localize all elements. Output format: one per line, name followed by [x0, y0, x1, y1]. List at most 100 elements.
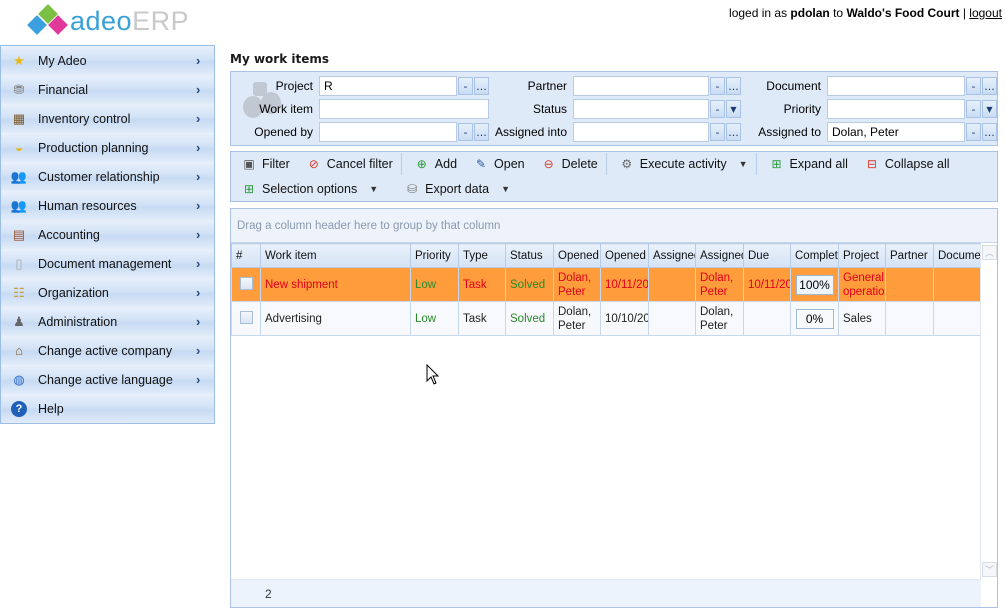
logout-link[interactable]: logout: [969, 6, 1002, 20]
column-header[interactable]: Partner: [885, 243, 934, 268]
column-header[interactable]: Complete: [790, 243, 839, 268]
filter-project-input[interactable]: R: [319, 76, 457, 96]
vertical-scrollbar[interactable]: ︿ ﹀: [980, 243, 997, 579]
sidebar-item-inventory-control[interactable]: ▦ Inventory control ›: [1, 104, 214, 133]
scroll-down-button[interactable]: ﹀: [982, 562, 997, 577]
cell-partner: [885, 301, 934, 336]
document-icon: ▯: [15, 255, 23, 271]
filter-project-clear-button[interactable]: -: [458, 77, 473, 95]
filter-assigned-to-clear-button[interactable]: -: [966, 123, 981, 141]
filter-priority-clear-button[interactable]: -: [966, 100, 981, 118]
filter-status-dropdown-button[interactable]: ▼: [726, 100, 741, 118]
filter-assigned-into-clear-button[interactable]: -: [710, 123, 725, 141]
filter-partner-input[interactable]: [573, 76, 709, 96]
selection-options-button[interactable]: ⊞ Selection options ▼: [231, 178, 384, 200]
filter-status-clear-button[interactable]: -: [710, 100, 725, 118]
sidebar-item-administration[interactable]: ♟ Administration ›: [1, 307, 214, 336]
filter-opened-by-clear-button[interactable]: -: [458, 123, 473, 141]
row-checkbox[interactable]: [239, 310, 253, 324]
column-header[interactable]: Document: [933, 243, 982, 268]
table-row[interactable]: Advertising Low Task Solved Dolan, Peter 10/1…: [231, 301, 982, 336]
expand-all-button[interactable]: ⊞ Expand all: [759, 153, 854, 175]
help-icon: ?: [11, 400, 27, 417]
open-button[interactable]: ✎ Open: [463, 153, 531, 175]
login-mid: to: [829, 6, 847, 20]
table-row[interactable]: New shipment Low Task Solved Dolan, Peter 10/…: [231, 267, 982, 302]
export-data-button[interactable]: ⛁ Export data ▼: [394, 178, 516, 200]
hardhat-icon: ◒: [15, 140, 23, 155]
filter-status-select[interactable]: [573, 99, 709, 119]
filter-document-browse-button[interactable]: ...: [982, 77, 997, 95]
filter-opened-by-input[interactable]: [319, 122, 457, 142]
column-header[interactable]: #: [231, 243, 261, 268]
sidebar-item-document-management[interactable]: ▯ Document management ›: [1, 249, 214, 278]
filter-assigned-into-browse-button[interactable]: ...: [726, 123, 741, 141]
row-select-cell: [231, 267, 261, 302]
filter-priority-select[interactable]: [827, 99, 965, 119]
sidebar-item-help[interactable]: ? Help: [1, 394, 214, 423]
sidebar-item-production-planning[interactable]: ◒ Production planning ›: [1, 133, 214, 162]
column-header[interactable]: Status: [505, 243, 554, 268]
scroll-up-button[interactable]: ︿: [982, 245, 997, 260]
sidebar-item-change-active-language[interactable]: ◍ Change active language ›: [1, 365, 214, 394]
cell-priority: Low: [410, 301, 459, 336]
column-header[interactable]: Opened: [553, 243, 601, 268]
filter-document-clear-button[interactable]: -: [966, 77, 981, 95]
sidebar-item-label: Change active language: [38, 372, 173, 387]
column-header[interactable]: Assigned: [648, 243, 696, 268]
admin-user-icon: ♟: [13, 313, 25, 329]
cell-project: Sales: [838, 301, 886, 336]
column-header[interactable]: Priority: [410, 243, 459, 268]
grid-footer: 2: [231, 579, 981, 607]
company-name: Waldo's Food Court: [846, 6, 960, 20]
column-header[interactable]: Type: [458, 243, 506, 268]
cell-document: [933, 301, 982, 336]
cancel-filter-button[interactable]: ⊘ Cancel filter: [296, 153, 399, 175]
sidebar-item-label: Financial: [38, 82, 89, 97]
cell-document: [933, 267, 982, 302]
group-by-panel[interactable]: Drag a column header here to group by th…: [231, 209, 997, 243]
mouse-cursor-icon: [426, 364, 440, 385]
column-header[interactable]: Project: [838, 243, 886, 268]
cell-priority: Low: [410, 267, 459, 302]
filter-assigned-into-input[interactable]: [573, 122, 709, 142]
filter-opened-by-label: Opened by: [254, 125, 313, 139]
cell-opened: Dolan, Peter: [553, 301, 601, 336]
row-checkbox[interactable]: [239, 276, 253, 290]
sidebar-item-organization[interactable]: ☷ Organization ›: [1, 278, 214, 307]
cell-work-item: Advertising: [260, 301, 411, 336]
filter-partner-browse-button[interactable]: ...: [726, 77, 741, 95]
filter-work-item-label: Work item: [259, 102, 313, 116]
filter-partner-clear-button[interactable]: -: [710, 77, 725, 95]
sidebar-item-financial[interactable]: ⛃ Financial ›: [1, 75, 214, 104]
chevron-down-icon: ▼: [986, 104, 993, 114]
sidebar-item-accounting[interactable]: ▤ Accounting ›: [1, 220, 214, 249]
chevron-right-icon: ›: [196, 111, 201, 126]
sidebar-item-label: Administration: [38, 314, 118, 329]
filter-assigned-into-row: Assigned into - ...: [487, 122, 741, 142]
sidebar-item-customer-relationship[interactable]: 👥 Customer relationship ›: [1, 162, 214, 191]
sidebar-item-human-resources[interactable]: 👥 Human resources ›: [1, 191, 214, 220]
add-button[interactable]: ⊕ Add: [404, 153, 463, 175]
delete-document-icon: ⊖: [543, 157, 554, 171]
work-items-table: # Work item Priority Type Status Opened Opened…: [231, 243, 982, 336]
column-header[interactable]: Due: [743, 243, 791, 268]
logo-text-erp: ERP: [132, 5, 190, 36]
execute-activity-button[interactable]: ⚙ Execute activity ▼: [609, 153, 754, 175]
collapse-all-button[interactable]: ⊟ Collapse all: [854, 153, 956, 175]
abacus-icon: ▤: [12, 226, 26, 242]
filter-assigned-to-input[interactable]: Dolan, Peter: [827, 122, 965, 142]
filter-assigned-to-browse-button[interactable]: ...: [982, 123, 997, 141]
filter-document-input[interactable]: [827, 76, 965, 96]
column-header[interactable]: Work item: [260, 243, 411, 268]
filter-button[interactable]: ▣ Filter: [231, 153, 296, 175]
sidebar-item-my-adeo[interactable]: ★ My Adeo ›: [1, 46, 214, 75]
filter-priority-dropdown-button[interactable]: ▼: [982, 100, 997, 118]
column-header[interactable]: Opened o: [600, 243, 649, 268]
filter-project-row: Project R - ...: [231, 76, 489, 96]
delete-button[interactable]: ⊖ Delete: [531, 153, 604, 175]
row-select-cell: [231, 301, 261, 336]
filter-work-item-input[interactable]: [319, 99, 489, 119]
column-header[interactable]: Assigned: [695, 243, 744, 268]
sidebar-item-change-active-company[interactable]: ⌂ Change active company ›: [1, 336, 214, 365]
